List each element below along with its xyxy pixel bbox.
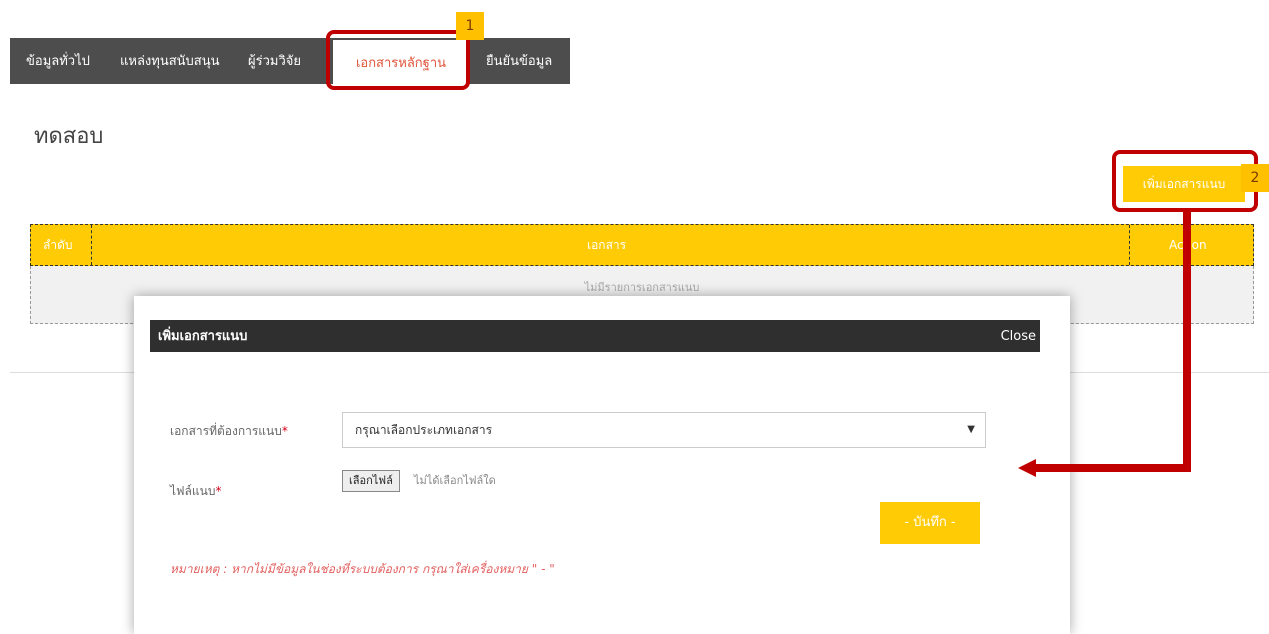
- save-button[interactable]: - บันทึก -: [880, 502, 980, 544]
- note-text: หมายเหตุ : หากไม่มีข้อมูลในช่องที่ระบบต้…: [170, 562, 555, 576]
- arrow-left-icon: [1018, 459, 1036, 477]
- highlight-box-1: [326, 30, 470, 90]
- tab-bar: ข้อมูลทั่วไป แหล่งทุนสนับสนุน ผู้ร่วมวิจ…: [10, 38, 570, 84]
- document-type-label: เอกสารที่ต้องการแนบ*: [170, 422, 288, 441]
- tab-general-info[interactable]: ข้อมูลทั่วไป: [26, 38, 90, 84]
- tab-funding-sources[interactable]: แหล่งทุนสนับสนุน: [120, 38, 220, 84]
- column-divider: [91, 225, 92, 265]
- empty-table-message: ไม่มีรายการเอกสารแนบ: [584, 281, 700, 294]
- document-type-label-text: เอกสารที่ต้องการแนบ: [170, 424, 282, 438]
- chevron-down-icon: ▼: [967, 424, 975, 435]
- file-status-text: ไม่ได้เลือกไฟล์ใด: [414, 474, 496, 487]
- add-attachment-modal: เพิ่มเอกสารแนบ Close เอกสารที่ต้องการแนบ…: [134, 296, 1070, 634]
- column-divider: [1129, 225, 1130, 265]
- column-header-document: เอกสาร: [587, 238, 627, 252]
- tab-co-researchers[interactable]: ผู้ร่วมวิจัย: [248, 38, 301, 84]
- document-type-select[interactable]: กรุณาเลือกประเภทเอกสาร ▼: [342, 412, 986, 448]
- required-mark: *: [215, 484, 222, 498]
- step-badge-1: 1: [456, 12, 484, 40]
- annotation-arrow-line: [1036, 464, 1191, 472]
- attachment-file-label-text: ไฟล์แนบ: [170, 484, 216, 498]
- attachment-file-label: ไฟล์แนบ*: [170, 482, 221, 501]
- modal-close-button[interactable]: Close: [1001, 320, 1036, 354]
- tab-confirm-data[interactable]: ยืนยันข้อมูล: [486, 38, 552, 84]
- modal-header: เพิ่มเอกสารแนบ Close: [150, 320, 1040, 352]
- page-title: ทดสอบ: [34, 124, 104, 149]
- highlight-box-2: [1112, 150, 1258, 212]
- table-header: ลำดับ เอกสาร Action: [30, 224, 1254, 266]
- step-badge-2: 2: [1241, 164, 1269, 192]
- choose-file-button[interactable]: เลือกไฟล์: [342, 470, 400, 492]
- column-header-order: ลำดับ: [43, 238, 73, 252]
- annotation-arrow-line: [1183, 212, 1191, 472]
- document-type-select-value: กรุณาเลือกประเภทเอกสาร: [355, 423, 493, 437]
- modal-title: เพิ่มเอกสารแนบ: [158, 329, 248, 344]
- required-mark: *: [281, 424, 288, 438]
